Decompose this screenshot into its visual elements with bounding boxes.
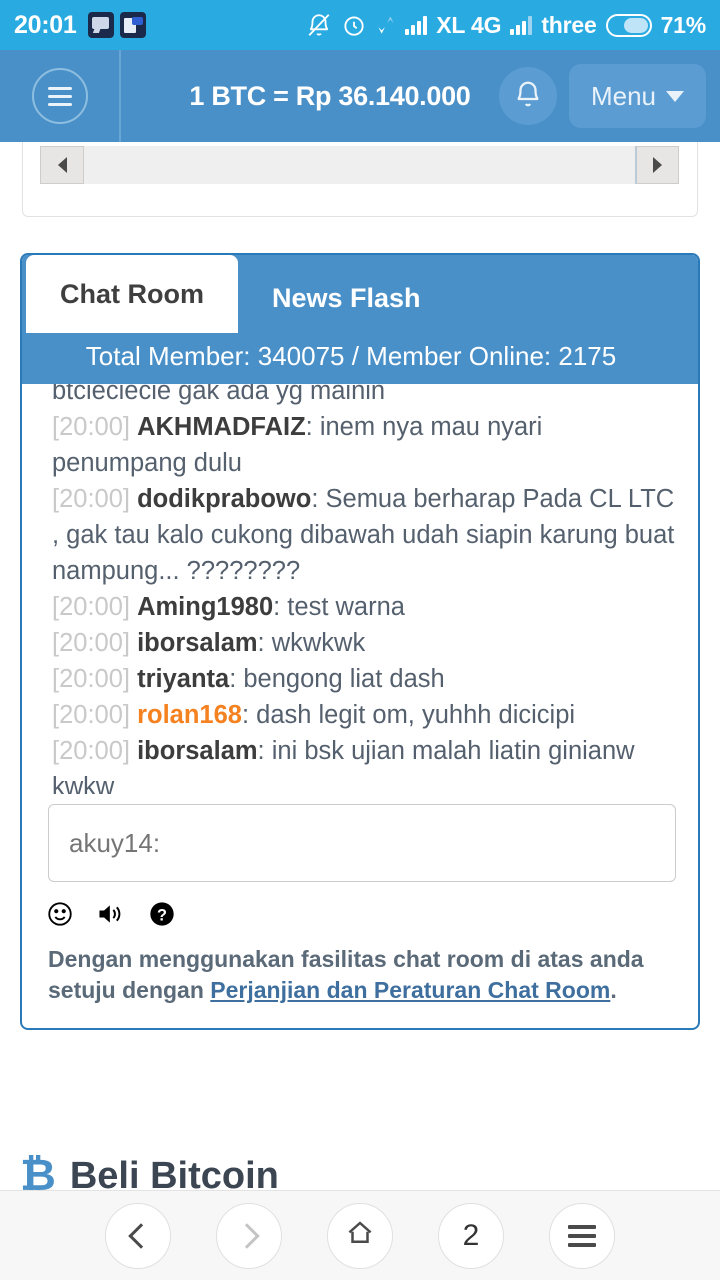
chat-message-area[interactable]: btcieciecie gak ada yg mainin [20:00] AKH…	[22, 384, 698, 794]
menu-button[interactable]: Menu	[568, 64, 706, 128]
chat-message-timestamp: [20:00]	[52, 701, 138, 729]
home-button[interactable]	[327, 1202, 393, 1269]
chat-input-wrap	[22, 794, 698, 882]
chat-message: [20:00] dodikprabowo: Semua berharap Pad…	[52, 481, 682, 589]
tab-count-label: 2	[462, 1218, 480, 1252]
chat-rules-link[interactable]: Perjanjian dan Peraturan Chat Room	[210, 977, 610, 1003]
document-message-icon	[120, 12, 147, 38]
carrier-one-label: XL 4G	[436, 11, 502, 38]
browser-bottom-nav: 2	[0, 1190, 720, 1280]
home-icon	[345, 1218, 375, 1253]
signal-bars-icon	[405, 15, 428, 35]
signal-bars-icon-2	[510, 15, 533, 35]
tab-count-button[interactable]: 2	[438, 1202, 504, 1269]
forward-button[interactable]	[216, 1202, 282, 1269]
chat-room-card: Chat Room News Flash Total Member: 34007…	[20, 253, 700, 1030]
chat-input[interactable]	[48, 804, 676, 882]
notification-button[interactable]	[498, 67, 557, 125]
data-transfer-icon	[376, 12, 396, 38]
chat-message-timestamp: [20:00]	[52, 665, 138, 693]
chat-message-timestamp: [20:00]	[52, 485, 138, 513]
chat-message: [20:00] rolan168: dash legit om, yuhhh d…	[52, 697, 682, 733]
arrow-right-icon	[653, 157, 662, 173]
chevron-down-icon	[666, 90, 684, 102]
btc-price-title: 1 BTC = Rp 36.140.000	[189, 80, 471, 111]
chat-message-nick[interactable]: dodikprabowo	[137, 485, 311, 513]
status-clock: 20:01	[14, 10, 77, 39]
chat-message-list: btcieciecie gak ada yg mainin [20:00] AKH…	[22, 384, 698, 794]
help-icon[interactable]: ?	[148, 900, 176, 928]
chat-message: [20:00] AKHMADFAIZ: inem nya mau nyari p…	[52, 409, 682, 481]
menu-button-label: Menu	[590, 80, 656, 111]
speaker-icon[interactable]	[96, 900, 126, 928]
chat-message-body: : dash legit om, yuhhh dicicipi	[241, 701, 576, 729]
scroll-left-button[interactable]	[40, 146, 84, 184]
chat-message-timestamp: [20:00]	[52, 629, 138, 657]
battery-percent-label: 71%	[660, 11, 707, 38]
chat-message-timestamp: [20:00]	[52, 593, 138, 621]
alarm-clock-icon	[341, 11, 367, 39]
chat-message-body: btcieciecie gak ada yg mainin	[52, 384, 386, 405]
chat-message: [20:00] iborsalam: ini bsk ujian malah l…	[52, 733, 682, 794]
chat-message-nick[interactable]: iborsalam	[137, 737, 257, 765]
chat-message-timestamp: [20:00]	[52, 413, 138, 441]
tab-chat-room-label: Chat Room	[60, 278, 204, 309]
bbm-chat-icon	[88, 12, 115, 38]
chat-message: [20:00] triyanta: bengong liat dash	[52, 661, 682, 697]
chat-message: [20:00] Aming1980: test warna	[52, 589, 682, 625]
browser-menu-button[interactable]	[549, 1202, 615, 1269]
chat-message-nick[interactable]: iborsalam	[137, 629, 257, 657]
status-right-cluster: XL 4G three 71%	[306, 11, 706, 39]
horizontal-scrollbar[interactable]	[40, 146, 679, 184]
chat-message-nick[interactable]: triyanta	[137, 665, 229, 693]
ticker-card	[22, 142, 698, 217]
status-notification-icons	[88, 12, 147, 38]
chat-message-nick[interactable]: Aming1980	[137, 593, 273, 621]
tab-news-flash-label: News Flash	[272, 282, 421, 313]
app-header: 1 BTC = Rp 36.140.000 Menu	[0, 50, 720, 142]
smiley-icon[interactable]	[46, 900, 74, 928]
disclaimer-suffix: .	[610, 977, 617, 1003]
chat-disclaimer: Dengan menggunakan fasilitas chat room d…	[22, 928, 698, 1028]
bell-off-icon	[306, 11, 332, 39]
battery-icon	[605, 13, 652, 37]
tab-news-flash[interactable]: News Flash	[238, 263, 455, 333]
svg-text:?: ?	[157, 906, 167, 924]
chevron-right-icon	[233, 1222, 260, 1249]
arrow-left-icon	[57, 157, 67, 173]
chat-message-nick[interactable]: AKHMADFAIZ	[137, 413, 306, 441]
page-body: Chat Room News Flash Total Member: 34007…	[0, 142, 720, 1200]
carrier-two-label: three	[541, 11, 597, 38]
chevron-left-icon	[127, 1222, 154, 1249]
hamburger-icon[interactable]	[31, 68, 88, 124]
sidebar-toggle-button[interactable]	[0, 50, 121, 142]
chat-message-timestamp: [20:00]	[52, 737, 138, 765]
chat-message-nick[interactable]: rolan168	[137, 701, 242, 729]
hamburger-icon	[568, 1224, 596, 1247]
chat-tool-icons: ?	[22, 882, 698, 928]
scroll-right-button[interactable]	[635, 146, 679, 184]
chat-message-body: : wkwkwk	[257, 629, 366, 657]
chat-message-body: : test warna	[273, 593, 405, 621]
status-bar: 20:01 XL 4G three 71%	[0, 0, 720, 50]
back-button[interactable]	[105, 1202, 171, 1269]
chat-message: [20:00] iborsalam: wkwkwk	[52, 625, 682, 661]
tab-chat-room[interactable]: Chat Room	[26, 255, 238, 333]
chat-tabs: Chat Room News Flash	[22, 255, 698, 333]
member-count-bar: Total Member: 340075 / Member Online: 21…	[22, 333, 698, 384]
bell-icon	[513, 78, 543, 115]
chat-message: btcieciecie gak ada yg mainin	[52, 384, 682, 409]
chat-message-body: : bengong liat dash	[229, 665, 445, 693]
